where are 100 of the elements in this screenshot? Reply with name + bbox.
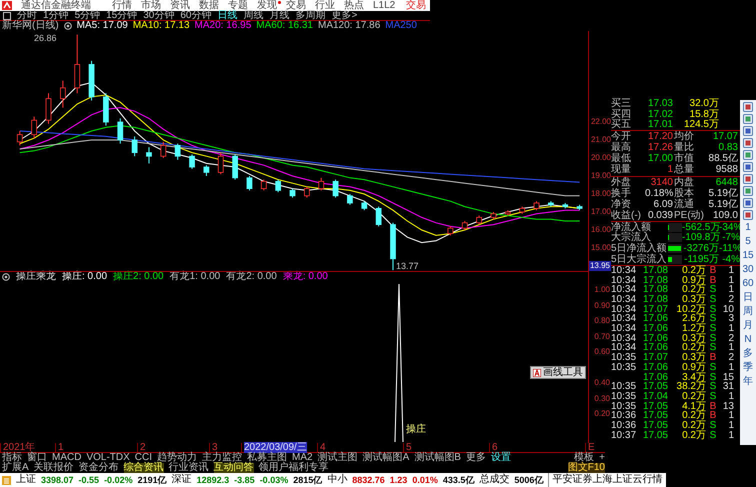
menu-item[interactable]: 数据	[199, 0, 219, 11]
menu-item[interactable]: 热点	[344, 0, 364, 11]
period-shortcut[interactable]: 日	[743, 292, 753, 304]
period-shortcut[interactable]: 1	[745, 222, 751, 234]
period-tab[interactable]: 5分钟	[74, 10, 100, 20]
period-tab[interactable]: 月线	[270, 10, 290, 20]
tick-side: S	[708, 362, 718, 373]
tick-time: 10:34	[611, 313, 636, 324]
period-shortcut[interactable]: 5	[745, 236, 751, 248]
flow-percent: -7%	[721, 233, 740, 242]
tick-volume: 0.9万	[681, 362, 706, 373]
stat-label: 均价	[673, 132, 695, 142]
menu-item[interactable]: 发现	[257, 0, 277, 11]
tick-price: 17.05	[642, 402, 668, 412]
candlestick	[60, 80, 66, 108]
index-name[interactable]: 上证	[16, 473, 36, 487]
indicator-tab[interactable]: 测试幅图A	[362, 453, 410, 463]
index-percent: -0.02%	[104, 474, 133, 487]
period-shortcut[interactable]: N	[744, 334, 752, 346]
draw-tool-popup[interactable]: 画线工具	[530, 366, 586, 379]
indicator-tab[interactable]: 测试幅图B	[414, 453, 461, 463]
menu-item[interactable]: 行情	[112, 0, 132, 11]
menu-item[interactable]: 行业	[315, 0, 335, 11]
period-tab[interactable]: 30分钟	[143, 10, 174, 20]
extension-tab[interactable]: 领用户福利专享	[258, 463, 329, 473]
bid-label: 买三	[611, 98, 632, 108]
index-value: 3398.07	[41, 474, 74, 487]
indicator-tab[interactable]: 测试主图	[318, 453, 358, 463]
indicator-tick: 0.60	[593, 346, 611, 358]
indicator-tab[interactable]: VOL-TDX	[86, 453, 130, 463]
window-icon[interactable]	[3, 12, 11, 20]
extension-tab[interactable]: 关联报价	[34, 463, 74, 473]
stat-label: 收益(-)	[611, 210, 642, 220]
date-label: 5	[406, 442, 412, 453]
tick-time: 10:34	[611, 284, 636, 296]
indicator-tab[interactable]: MACD	[52, 453, 82, 463]
index-turnover: 2815亿	[293, 474, 322, 487]
flow-percent: -4%	[721, 255, 740, 264]
candlestick	[246, 176, 252, 191]
period-shortcut[interactable]: 季	[743, 362, 753, 374]
target-icon	[2, 273, 10, 281]
extension-tab[interactable]: 扩展A	[2, 463, 29, 473]
stat-label: 内盘	[673, 178, 695, 188]
period-shortcut[interactable]: 年	[743, 376, 753, 388]
stat-label: 量比	[673, 143, 695, 152]
period-tab[interactable]: 日线	[218, 10, 238, 20]
tick-time: 10:34	[611, 264, 636, 276]
index-name[interactable]: 中小	[327, 473, 348, 487]
indicator-tab[interactable]: 主力监控	[202, 453, 242, 463]
stat-label: 外盘	[611, 178, 632, 188]
period-shortcut[interactable]: 周	[743, 306, 753, 318]
indicator-tab[interactable]: CCI	[134, 453, 152, 463]
template-button[interactable]: 模板	[574, 453, 594, 463]
indicator-tab[interactable]: 设置	[490, 453, 511, 463]
indicator-tab[interactable]: 趋势动力	[157, 453, 198, 463]
period-shortcut[interactable]: 多	[743, 348, 753, 360]
tick-price: 17.05	[642, 420, 668, 431]
tick-time: 10:34	[611, 304, 636, 315]
candlestick	[332, 179, 338, 198]
period-tab[interactable]: 多周期	[296, 10, 326, 20]
period-tab[interactable]: 分时	[17, 10, 37, 20]
indicator-tab[interactable]: 指标	[2, 453, 22, 463]
menu-item[interactable]: 资讯	[170, 0, 190, 11]
add-button[interactable]: +	[599, 453, 605, 463]
extension-tab[interactable]: 行业资讯	[168, 463, 209, 473]
price-tick: 18.00	[590, 188, 611, 199]
candlestick	[31, 116, 38, 139]
tick-volume: 38.2万	[676, 382, 706, 392]
period-tab[interactable]: 周线	[244, 10, 264, 20]
period-shortcut[interactable]: 15	[742, 250, 754, 262]
flow-value: -3276万	[682, 244, 719, 254]
tick-side: S	[708, 285, 718, 296]
indicator-tab[interactable]: MA2	[292, 453, 313, 463]
stat-value: 0.039	[646, 210, 673, 220]
period-tab[interactable]: 1分钟	[43, 10, 69, 20]
period-shortcut[interactable]: 60	[742, 278, 754, 290]
current-price-tag: 13.95	[589, 261, 611, 271]
period-shortcut[interactable]: 月	[743, 320, 753, 332]
tick-count: 1	[727, 276, 734, 286]
tick-volume: 0.2万	[681, 420, 706, 431]
period-tab[interactable]: 60分钟	[180, 10, 212, 20]
indicator-tab[interactable]: 窗口	[27, 453, 47, 463]
menu-item[interactable]: 专题	[228, 0, 248, 11]
f10-button[interactable]: 图文F10	[568, 463, 605, 473]
stat-label: 市值	[673, 154, 695, 163]
server-label[interactable]: 平安证券上海上证云行情	[548, 473, 662, 487]
extension-tab[interactable]: 互动问答	[214, 463, 254, 473]
menu-item[interactable]: L1L2	[373, 0, 396, 11]
index-name[interactable]: 深证	[172, 473, 192, 487]
extension-tab[interactable]: 综合资讯	[124, 463, 164, 473]
extension-tab[interactable]: 资金分布	[78, 463, 119, 473]
indicator-tab[interactable]: 更多	[466, 453, 486, 463]
period-tab[interactable]: 15分钟	[106, 10, 138, 20]
period-shortcut[interactable]: 30	[742, 264, 754, 276]
period-tab[interactable]: 更多>	[332, 10, 358, 20]
flow-value: -109.8万	[682, 233, 719, 242]
indicator-tick: 1.00	[593, 284, 611, 296]
ma-legend-item: MA5: 17.09	[76, 21, 128, 31]
letter-icon	[533, 368, 541, 376]
menu-icon[interactable]	[2, 476, 11, 484]
